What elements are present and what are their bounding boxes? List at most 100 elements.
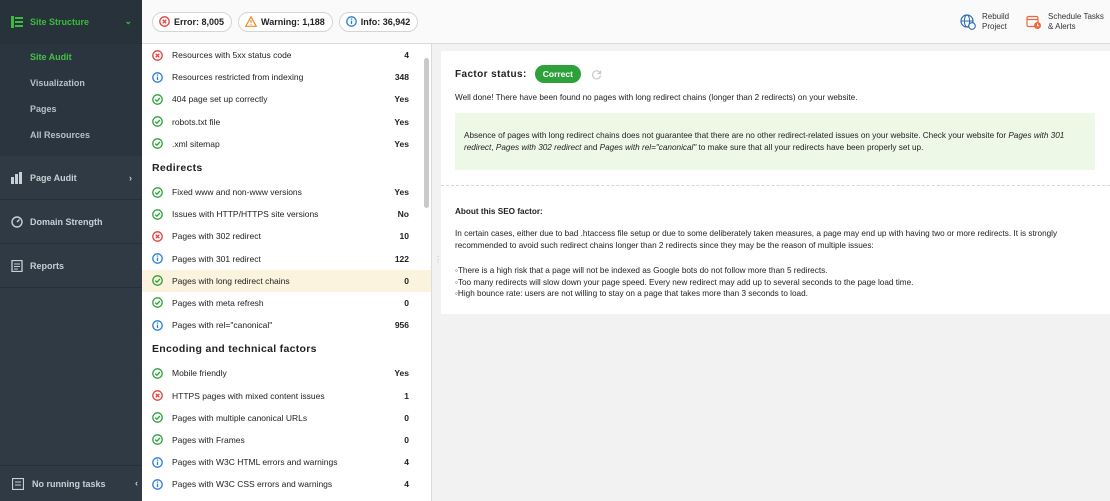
info-icon (345, 16, 357, 27)
factor-row[interactable]: Mobile friendly Yes (142, 362, 431, 384)
check-circle-icon (152, 186, 163, 198)
factor-row[interactable]: .xml sitemap Yes (142, 133, 431, 155)
check-circle-icon (152, 94, 163, 105)
factor-row[interactable]: Pages with meta refresh 0 (142, 292, 431, 314)
rebuild-line2: Project (982, 22, 1007, 31)
about-factor-bullets: ◦There is a high risk that a page will n… (455, 265, 1095, 300)
factor-value: 1 (404, 390, 409, 401)
top-bar: Error: 8,005 Warning: 1,188 Info: 36,942… (142, 0, 1110, 44)
factor-label: Fixed www and non-www versions (172, 187, 302, 198)
factor-row[interactable]: Pages with 301 redirect 122 (142, 248, 431, 270)
refresh-icon[interactable] (591, 69, 602, 80)
group-heading-redirects: Redirects (152, 161, 203, 174)
info-circle-icon (152, 71, 163, 83)
factor-row[interactable]: Pages with Frames 0 (142, 429, 431, 451)
note-text-a: Absence of pages with long redirect chai… (464, 131, 1009, 140)
nav-domain-strength[interactable]: Domain Strength (0, 200, 142, 244)
schedule-tasks-label: Schedule Tasks & Alerts (1048, 12, 1104, 32)
recommendation-note: Absence of pages with long redirect chai… (455, 113, 1095, 170)
list-scrollbar[interactable] (424, 58, 429, 208)
about-factor-text: In certain cases, either due to bad .hta… (455, 229, 1058, 250)
factor-row[interactable]: Pages with multiple canonical URLs 0 (142, 407, 431, 429)
error-icon (159, 16, 170, 27)
factor-value: 0 (404, 434, 409, 445)
factor-label: Pages with meta refresh (172, 297, 264, 308)
info-count: Info: 36,942 (360, 16, 411, 27)
bullet-item: ◦High bounce rate: users are not willing… (455, 289, 808, 298)
factor-status-label: Factor status: (455, 68, 527, 80)
globe-refresh-icon (960, 14, 976, 30)
note-text-c: and (581, 143, 600, 152)
factor-label: 404 page set up correctly (172, 94, 268, 105)
error-circle-icon (152, 49, 163, 61)
task-status-bar[interactable]: No running tasks ‹ (0, 465, 142, 501)
factor-row[interactable]: Fixed www and non-www versions Yes (142, 181, 431, 203)
error-circle-icon (152, 390, 163, 401)
factor-label: Mobile friendly (172, 368, 227, 379)
factor-value: Yes (394, 368, 409, 379)
check-circle-icon (152, 434, 163, 446)
factor-value: Yes (394, 187, 409, 198)
warning-count-pill[interactable]: Warning: 1,188 (238, 11, 333, 32)
factor-value: No (397, 209, 409, 220)
nav-sub-all-resources[interactable]: All Resources (0, 122, 142, 148)
factor-detail-panel: Factor status: Correct Well done! There … (441, 51, 1110, 314)
calendar-clock-icon (1026, 14, 1042, 30)
error-count-pill[interactable]: Error: 8,005 (152, 11, 233, 32)
chevron-down-icon: ⌄ (124, 16, 132, 26)
factor-row[interactable]: Pages with rel="canonical" 956 (142, 314, 431, 336)
nav-reports[interactable]: Reports (0, 244, 142, 288)
factor-row[interactable]: Pages with 302 redirect 10 (142, 225, 431, 247)
error-circle-icon (152, 231, 163, 242)
factor-label: Pages with multiple canonical URLs (172, 412, 308, 423)
factor-value: 10 (399, 231, 409, 242)
nav-sub-site-audit[interactable]: Site Audit (0, 44, 142, 70)
note-text-d: to make sure that all your redirects hav… (696, 143, 924, 152)
warning-count: Warning: 1,188 (261, 16, 325, 27)
nav-sub-visualization[interactable]: Visualization (0, 70, 142, 96)
report-icon (10, 259, 24, 273)
about-factor-title: About this SEO factor: (455, 207, 543, 216)
factor-label: Resources with 5xx status code (172, 50, 292, 61)
info-count-pill[interactable]: Info: 36,942 (338, 11, 419, 32)
factor-label: Issues with HTTP/HTTPS site versions (172, 209, 319, 220)
nav-reports-label: Reports (30, 260, 65, 271)
factor-row[interactable]: 404 page set up correctly Yes (142, 88, 431, 110)
factor-row[interactable]: Resources restricted from indexing 348 (142, 66, 431, 88)
site-structure-submenu: Site Audit Visualization Pages All Resou… (0, 44, 142, 156)
factor-row[interactable]: robots.txt file Yes (142, 111, 431, 133)
tasks-icon (12, 477, 24, 490)
factor-row[interactable]: HTTPS pages with mixed content issues 1 (142, 384, 431, 406)
group-heading-encoding: Encoding and technical factors (152, 343, 317, 356)
schedule-line2: & Alerts (1048, 22, 1076, 31)
info-circle-icon (152, 253, 163, 264)
factor-value: Yes (394, 116, 409, 127)
left-navigation: Site Structure ⌄ Site Audit Visualizatio… (0, 0, 142, 501)
factor-row[interactable]: Resources with 5xx status code 4 (142, 44, 431, 66)
collapse-sidebar-icon[interactable]: ‹ (135, 478, 138, 488)
factor-value: 122 (394, 253, 409, 264)
bullet-item: ◦There is a high risk that a page will n… (455, 266, 828, 275)
factor-row[interactable]: Issues with HTTP/HTTPS site versions No (142, 203, 431, 225)
schedule-tasks-button[interactable]: Schedule Tasks & Alerts (1026, 12, 1104, 32)
factor-value: 4 (404, 50, 409, 61)
rebuild-project-button[interactable]: Rebuild Project (960, 12, 1009, 32)
no-running-tasks-label: No running tasks (32, 478, 106, 489)
factor-value: 4 (404, 457, 409, 468)
factor-value: 348 (394, 72, 409, 83)
check-circle-icon (152, 116, 163, 128)
factor-value: 0 (404, 275, 409, 286)
nav-sub-pages[interactable]: Pages (0, 96, 142, 122)
section-divider (441, 185, 1110, 186)
factor-value: Yes (394, 138, 409, 149)
info-circle-icon (152, 478, 163, 490)
factor-row[interactable]: Pages with W3C HTML errors and warnings 4 (142, 451, 431, 473)
status-badge: Correct (534, 65, 581, 83)
factor-row[interactable]: Pages with long redirect chains 0 (142, 269, 431, 292)
nav-page-audit[interactable]: Page Audit › (0, 156, 142, 200)
factor-label: Pages with W3C CSS errors and warnings (172, 479, 333, 490)
factor-row[interactable]: Pages with W3C CSS errors and warnings 4 (142, 473, 431, 495)
factor-label: Pages with Frames (172, 434, 245, 445)
factor-label: robots.txt file (172, 116, 221, 127)
nav-site-structure[interactable]: Site Structure ⌄ (0, 0, 142, 44)
